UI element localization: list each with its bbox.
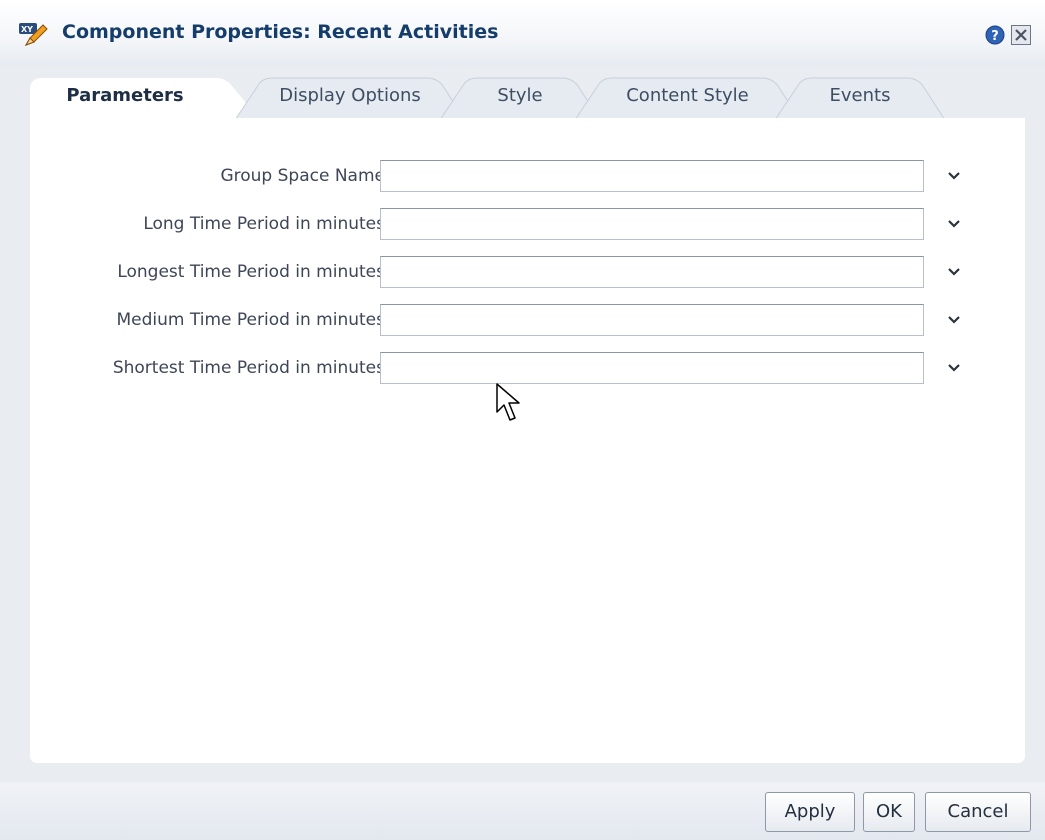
close-icon[interactable] [1011,25,1031,45]
parameters-panel: Group Space Name Long Time Period in min… [30,118,1025,763]
form-row-longest-time-period: Longest Time Period in minutes [30,256,1025,290]
tab-events[interactable]: Events [775,76,945,120]
apply-button[interactable]: Apply [765,792,855,832]
form-row-long-time-period: Long Time Period in minutes [30,208,1025,242]
title-bar: XY Component Properties: Recent Activiti… [0,0,1045,66]
field-label: Longest Time Period in minutes [117,262,385,282]
component-properties-dialog: XY Component Properties: Recent Activiti… [0,0,1045,840]
mouse-cursor-icon [496,383,520,421]
form-row-group-space-name: Group Space Name [30,160,1025,194]
cancel-button[interactable]: Cancel [925,792,1031,832]
help-icon[interactable]: ? [985,25,1005,45]
field-label: Medium Time Period in minutes [116,310,385,330]
chevron-down-icon[interactable] [946,265,962,279]
long-time-period-input[interactable] [380,208,924,240]
tab-strip: Parameters Display Options Style Content… [30,76,1025,120]
xy-pencil-icon: XY [19,23,48,46]
tab-label: Display Options [279,85,421,106]
form-row-medium-time-period: Medium Time Period in minutes [30,304,1025,338]
chevron-down-icon[interactable] [946,313,962,327]
field-label: Shortest Time Period in minutes [112,358,385,378]
form-row-shortest-time-period: Shortest Time Period in minutes [30,352,1025,386]
group-space-name-input[interactable] [380,160,924,192]
tab-parameters[interactable]: Parameters [30,76,260,120]
tab-display-options[interactable]: Display Options [235,76,465,120]
ok-button[interactable]: OK [863,792,915,832]
dialog-title: Component Properties: Recent Activities [62,21,499,43]
chevron-down-icon[interactable] [946,361,962,375]
chevron-down-icon[interactable] [946,217,962,231]
svg-text:XY: XY [21,25,33,34]
shortest-time-period-input[interactable] [380,352,924,384]
tab-content-style[interactable]: Content Style [575,76,800,120]
tab-label: Events [829,85,891,106]
longest-time-period-input[interactable] [380,256,924,288]
field-label: Group Space Name [220,166,385,186]
tab-label: Parameters [66,85,184,106]
svg-text:?: ? [991,29,999,44]
medium-time-period-input[interactable] [380,304,924,336]
tab-label: Content Style [626,85,749,106]
field-label: Long Time Period in minutes [143,214,385,234]
chevron-down-icon[interactable] [946,169,962,183]
